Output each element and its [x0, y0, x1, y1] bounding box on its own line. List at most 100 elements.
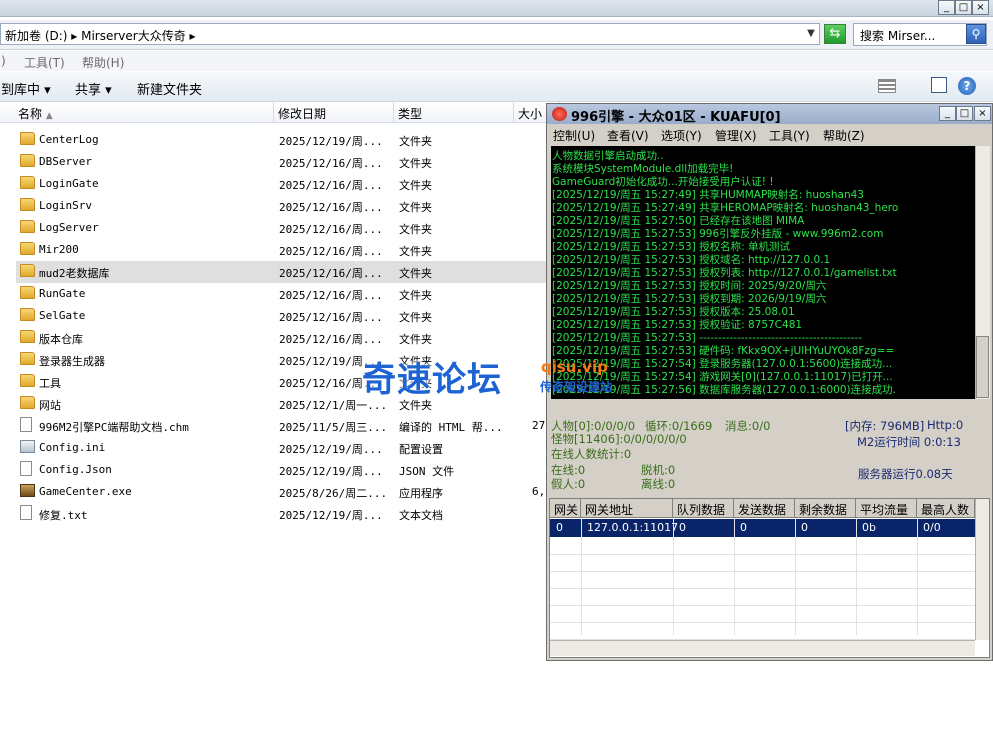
gateway-cell: 0 — [679, 521, 686, 534]
file-date: 2025/12/16/周... — [279, 289, 383, 302]
gateway-table[interactable]: 网关 网关地址 队列数据 发送数据 剩余数据 平均流量 最高人数 0 127.0.0.1:11… — [549, 498, 990, 658]
gateway-cell: 127.0.0.1:11017 — [587, 521, 679, 534]
file-row[interactable]: DBServer 2025/12/16/周... 文件夹 — [16, 151, 546, 173]
file-type: 文件夹 — [399, 289, 432, 302]
grid-line — [673, 519, 674, 635]
gateway-column-header[interactable]: 平均流量 — [856, 499, 917, 518]
gateway-hscrollbar[interactable] — [550, 640, 975, 656]
file-row[interactable]: LogServer 2025/12/16/周... 文件夹 — [16, 217, 546, 239]
new-folder-button[interactable]: 新建文件夹 — [137, 79, 202, 98]
menu-control[interactable]: 控制(U) — [553, 127, 595, 144]
file-row[interactable]: 版本仓库 2025/12/16/周... 文件夹 — [16, 327, 546, 349]
menu-options[interactable]: 选项(Y) — [661, 127, 702, 144]
file-date: 2025/12/16/周... — [279, 333, 383, 346]
file-row[interactable]: SelGate 2025/12/16/周... 文件夹 — [16, 305, 546, 327]
file-row[interactable]: LoginGate 2025/12/16/周... 文件夹 — [16, 173, 546, 195]
engine-menubar: 控制(U) 查看(V) 选项(Y) 管理(X) 工具(Y) 帮助(Z) — [547, 124, 992, 145]
menu-help[interactable]: 帮助(H) — [82, 54, 124, 71]
file-name: 996M2引擎PC端帮助文档.chm — [39, 421, 189, 434]
column-name[interactable]: 名称 ▲ — [0, 102, 274, 123]
stat-memory: [内存: 796MB] — [845, 419, 925, 433]
column-type[interactable]: 类型 — [394, 102, 514, 123]
engine-close-button[interactable]: × — [974, 106, 991, 121]
column-date[interactable]: 修改日期 — [274, 102, 394, 123]
file-row[interactable]: GameCenter.exe 2025/8/26/周二... 应用程序 6, — [16, 481, 546, 503]
console-scroll-thumb[interactable] — [976, 336, 989, 398]
server-stats: 人物[0]:0/0/0/0 循环:0/1669 消息:0/0 [内存: 796M… — [547, 404, 992, 494]
grid-line — [550, 588, 975, 589]
folder-icon — [20, 242, 35, 255]
close-button[interactable]: × — [972, 0, 989, 15]
file-name: LoginSrv — [39, 199, 92, 212]
minimize-button[interactable]: _ — [938, 0, 955, 15]
file-date: 2025/12/16/周... — [279, 157, 383, 170]
watermark-subtitle: 传奇架设建站 — [540, 380, 613, 394]
view-options-icon[interactable] — [878, 79, 896, 93]
menu-help[interactable]: 帮助(Z) — [823, 127, 865, 144]
engine-maximize-button[interactable]: □ — [956, 106, 973, 121]
file-row[interactable]: 996M2引擎PC端帮助文档.chm 2025/11/5/周三... 编译的 HTM… — [16, 415, 552, 437]
folder-icon — [20, 176, 35, 189]
exe-file-icon — [20, 484, 35, 497]
folder-icon — [20, 154, 35, 167]
grid-line — [550, 554, 975, 555]
file-name: Mir200 — [39, 243, 79, 256]
menu-tools[interactable]: 工具(T) — [24, 54, 65, 71]
file-type: 文件夹 — [399, 223, 432, 236]
address-field[interactable]: 新加卷 (D:) ▸ Mirserver大众传奇 ▸ — [0, 23, 820, 45]
folder-icon — [20, 396, 35, 409]
grid-line — [795, 519, 796, 635]
file-date: 2025/12/16/周... — [279, 245, 383, 258]
file-row[interactable]: 修复.txt 2025/12/19/周... 文本文档 — [16, 503, 546, 525]
gateway-cell: 0/0 — [923, 521, 941, 534]
gateway-column-header[interactable]: 剩余数据 — [795, 499, 856, 518]
log-console[interactable]: 人物数据引擎启动成功.. 系统模块SystemModule.dll加载完毕! Gam… — [551, 146, 975, 399]
gateway-column-header[interactable]: 发送数据 — [734, 499, 795, 518]
file-type: 文件夹 — [399, 267, 432, 280]
search-icon[interactable]: ⚲ — [966, 24, 986, 44]
help-icon[interactable]: ? — [958, 77, 976, 95]
file-row[interactable]: mud2老数据库 2025/12/16/周... 文件夹 — [16, 261, 546, 283]
gateway-row[interactable]: 0 127.0.0.1:11017 0 0 0 0b 0/0 — [550, 519, 975, 537]
menu-tools[interactable]: 工具(Y) — [769, 127, 810, 144]
grid-line — [550, 622, 975, 623]
folder-icon — [20, 132, 35, 145]
watermark-logo: 奇速论坛 — [362, 360, 502, 400]
file-date: 2025/12/19/周... — [279, 443, 383, 456]
include-in-library-button[interactable]: 到库中 ▾ — [1, 79, 51, 98]
file-list: CenterLog 2025/12/19/周... 文件夹 DBServer 2025/… — [0, 129, 560, 529]
file-name: mud2老数据库 — [39, 267, 110, 280]
stat-online-count: 在线人数统计:0 — [551, 447, 632, 461]
folder-icon — [20, 264, 35, 277]
file-type: 编译的 HTML 帮... — [399, 421, 503, 434]
gateway-column-header[interactable]: 最高人数 — [917, 499, 975, 518]
menu-manage[interactable]: 管理(X) — [715, 127, 757, 144]
file-row[interactable]: LoginSrv 2025/12/16/周... 文件夹 — [16, 195, 546, 217]
grid-line — [917, 519, 918, 635]
menu-view[interactable]: 查看(V) — [607, 127, 649, 144]
maximize-button[interactable]: □ — [955, 0, 972, 15]
engine-minimize-button[interactable]: _ — [939, 106, 956, 121]
gateway-column-header[interactable]: 网关 — [550, 499, 581, 518]
gateway-vscrollbar[interactable] — [975, 499, 989, 640]
gateway-column-header[interactable]: 网关地址 — [581, 499, 673, 518]
engine-window: 996引擎 - 大众01区 - KUAFU[0] _ □ × 控制(U) 查看(… — [546, 103, 993, 661]
gateway-column-header[interactable]: 队列数据 — [673, 499, 734, 518]
share-button[interactable]: 共享 ▾ — [75, 79, 112, 98]
file-row[interactable]: Config.Json 2025/12/19/周... JSON 文件 — [16, 459, 546, 481]
folder-icon — [20, 352, 35, 365]
file-name: 修复.txt — [39, 509, 88, 522]
file-row[interactable]: RunGate 2025/12/16/周... 文件夹 — [16, 283, 546, 305]
gateway-cell: 0 — [801, 521, 808, 534]
file-row[interactable]: Config.ini 2025/12/19/周... 配置设置 — [16, 437, 546, 459]
file-row[interactable]: CenterLog 2025/12/19/周... 文件夹 — [16, 129, 546, 151]
refresh-icon[interactable]: ⇆ — [824, 24, 846, 44]
file-size: 6, — [532, 485, 546, 498]
preview-pane-icon[interactable] — [931, 77, 947, 93]
folder-icon — [20, 374, 35, 387]
file-name: 网站 — [39, 399, 61, 412]
file-row[interactable]: Mir200 2025/12/16/周... 文件夹 — [16, 239, 546, 261]
chevron-down-icon[interactable]: ▼ — [803, 25, 819, 43]
file-type: 文件夹 — [399, 179, 432, 192]
grid-line — [550, 571, 975, 572]
